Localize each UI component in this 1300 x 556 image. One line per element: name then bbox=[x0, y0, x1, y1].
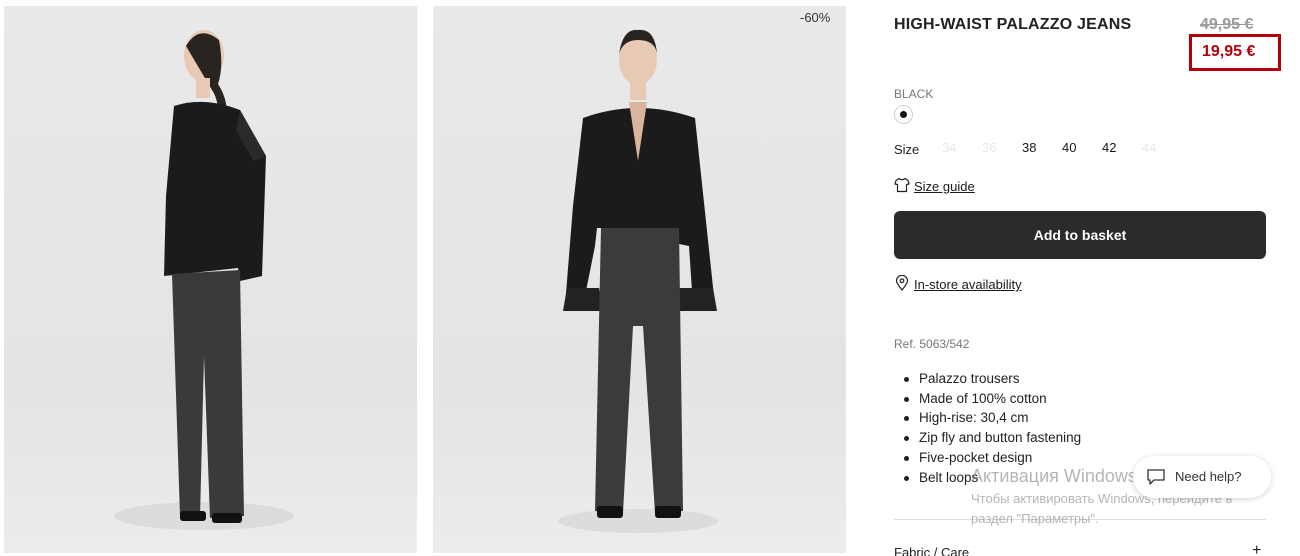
add-to-basket-button[interactable]: Add to basket bbox=[894, 211, 1266, 259]
need-help-button[interactable]: Need help? bbox=[1133, 456, 1271, 498]
size-guide-label: Size guide bbox=[914, 179, 975, 194]
color-name: BLACK bbox=[894, 87, 934, 101]
product-reference: Ref. 5063/542 bbox=[894, 337, 970, 351]
size-option-38[interactable]: 38 bbox=[1022, 140, 1036, 155]
chat-bubble-icon bbox=[1147, 469, 1165, 485]
size-option-34[interactable]: 34 bbox=[942, 140, 956, 155]
windows-activation-title: Активация Windows bbox=[971, 466, 1137, 486]
old-price: 49,95 € bbox=[1200, 16, 1254, 33]
size-label: Size bbox=[894, 142, 920, 157]
map-pin-icon bbox=[895, 275, 909, 291]
feature-item: Made of 100% cotton bbox=[904, 389, 1081, 409]
size-option-40[interactable]: 40 bbox=[1062, 140, 1076, 155]
color-swatch-black[interactable] bbox=[894, 105, 913, 124]
size-option-36[interactable]: 36 bbox=[982, 140, 996, 155]
tshirt-icon bbox=[894, 177, 910, 193]
fabric-care-toggle[interactable]: Fabric / Care bbox=[894, 545, 969, 556]
size-option-42[interactable]: 42 bbox=[1102, 140, 1116, 155]
feature-item: Palazzo trousers bbox=[904, 369, 1081, 389]
instore-availability-label: In-store availability bbox=[914, 277, 1022, 292]
windows-activation-text-2: раздел "Параметры". bbox=[971, 511, 1099, 526]
feature-item: Zip fly and button fastening bbox=[904, 428, 1081, 448]
product-title: HIGH-WAIST PALAZZO JEANS bbox=[894, 16, 1132, 33]
product-image-front[interactable] bbox=[433, 6, 846, 553]
plus-icon[interactable]: + bbox=[1252, 542, 1261, 556]
sale-price: 19,95 € bbox=[1202, 43, 1256, 60]
product-image-side[interactable] bbox=[4, 6, 417, 553]
feature-item: High-rise: 30,4 cm bbox=[904, 408, 1081, 428]
discount-badge: -60% bbox=[800, 10, 831, 25]
need-help-label: Need help? bbox=[1175, 469, 1242, 484]
size-option-44[interactable]: 44 bbox=[1142, 140, 1156, 155]
feature-item: Five-pocket design bbox=[904, 448, 1081, 468]
